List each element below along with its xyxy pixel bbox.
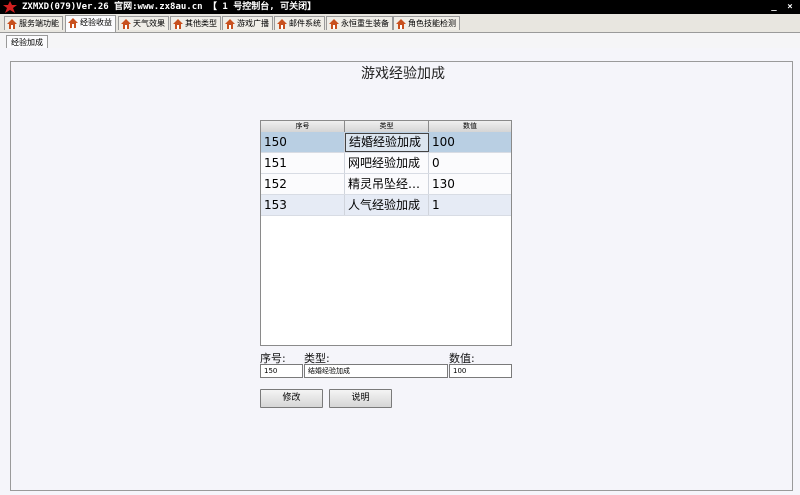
- home-icon: [329, 19, 339, 29]
- window-title: ZXMXD(079)Ver.26 官网:www.zx8au.cn 【 1 号控制…: [22, 2, 317, 12]
- cell-id: 152: [261, 174, 345, 194]
- cell-id: 151: [261, 153, 345, 173]
- home-icon: [396, 19, 406, 29]
- cell-type: 结婚经验加成: [345, 133, 429, 152]
- tab-skill-check[interactable]: 角色技能检测: [393, 16, 460, 30]
- id-input[interactable]: [260, 364, 303, 378]
- cell-value: 1: [432, 198, 440, 212]
- tab-label: 游戏广播: [237, 19, 269, 28]
- tab-game-broadcast[interactable]: 游戏广播: [222, 16, 273, 30]
- tab-exp-income[interactable]: 经验收益: [65, 15, 116, 32]
- table-row[interactable]: 150 结婚经验加成 100: [261, 132, 511, 153]
- tab-other-types[interactable]: 其他类型: [170, 16, 221, 30]
- cell-id: 150: [261, 132, 345, 152]
- tab-label: 服务端功能: [19, 19, 59, 28]
- cell-type: 人气经验加成: [345, 195, 429, 215]
- home-icon: [121, 19, 131, 29]
- main-tab-bar: 服务端功能 经验收益 天气效果 其他类型 游戏广播 邮件系统 永恒重生装备 角色…: [0, 14, 800, 33]
- value-input[interactable]: [449, 364, 512, 378]
- home-icon: [68, 18, 78, 28]
- tab-mail-system[interactable]: 邮件系统: [274, 16, 325, 30]
- cell-type: 网吧经验加成: [345, 153, 429, 173]
- modify-button[interactable]: 修改: [260, 389, 323, 408]
- tab-label: 天气效果: [133, 19, 165, 28]
- header-type[interactable]: 类型: [345, 121, 429, 132]
- tab-label: 经验收益: [80, 18, 112, 27]
- explain-button[interactable]: 说明: [329, 389, 392, 408]
- exp-table: 序号 类型 数值 150 结婚经验加成 100 151 网吧经验加成 0 152…: [260, 120, 512, 346]
- tab-label: 其他类型: [185, 19, 217, 28]
- tab-label: 永恒重生装备: [341, 19, 389, 28]
- sub-tab-bar: 经验加成: [0, 33, 800, 49]
- header-value[interactable]: 数值: [429, 121, 511, 132]
- cell-value: 100: [432, 135, 455, 149]
- cell-value: 130: [432, 177, 455, 191]
- home-icon: [7, 19, 17, 29]
- cell-value: 0: [432, 156, 440, 170]
- tab-label: 邮件系统: [289, 19, 321, 28]
- tab-label: 角色技能检测: [408, 19, 456, 28]
- cell-id: 153: [261, 195, 345, 215]
- panel-title: 游戏经验加成: [355, 65, 451, 83]
- tab-eternal-rebirth[interactable]: 永恒重生装备: [326, 16, 393, 30]
- close-button[interactable]: ×: [784, 0, 796, 14]
- minimize-button[interactable]: _: [768, 0, 780, 14]
- header-id[interactable]: 序号: [261, 121, 345, 132]
- table-row[interactable]: 151 网吧经验加成 0: [261, 153, 511, 174]
- tab-server-functions[interactable]: 服务端功能: [4, 16, 63, 30]
- table-row[interactable]: 153 人气经验加成 1: [261, 195, 511, 216]
- tab-weather-effects[interactable]: 天气效果: [118, 16, 169, 30]
- type-input[interactable]: [304, 364, 448, 378]
- home-icon: [173, 19, 183, 29]
- table-row[interactable]: 152 精灵吊坠经验加成 130: [261, 174, 511, 195]
- home-icon: [225, 19, 235, 29]
- app-logo-icon: [3, 1, 17, 13]
- title-bar: ZXMXD(079)Ver.26 官网:www.zx8au.cn 【 1 号控制…: [0, 0, 800, 14]
- subtab-exp-bonus[interactable]: 经验加成: [6, 35, 48, 49]
- cell-type: 精灵吊坠经验加成: [345, 174, 429, 194]
- home-icon: [277, 19, 287, 29]
